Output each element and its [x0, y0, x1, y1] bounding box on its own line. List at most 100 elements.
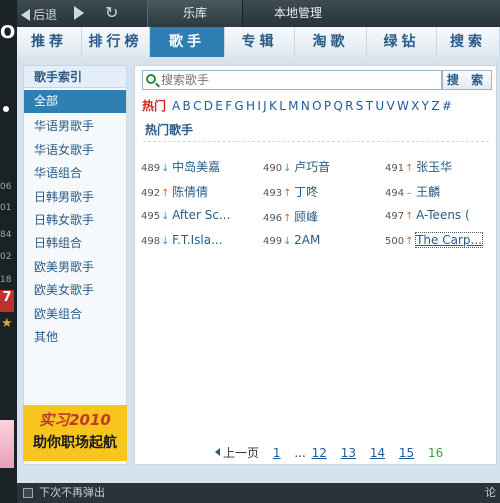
table-row: 492↑ 陈倩倩 493↑ 丁咚 494– 王麟 [141, 179, 493, 204]
sidebar-item-western-female[interactable]: 欧美女歌手 [24, 279, 126, 302]
sidebar-item-other[interactable]: 其他 [24, 326, 126, 349]
alpha-letter[interactable]: Z [431, 99, 439, 113]
alpha-letter[interactable]: J [263, 99, 267, 113]
page-link[interactable]: 14 [370, 446, 385, 460]
page-link[interactable]: 15 [399, 446, 414, 460]
singer-name[interactable]: A-Teens ( [416, 208, 470, 222]
singer-name[interactable]: 顾峰 [294, 210, 318, 224]
back-button[interactable]: 后退 [21, 6, 57, 23]
page-link[interactable]: 12 [312, 446, 327, 460]
category-green-diamond[interactable]: 绿钻 [367, 27, 437, 57]
sidebar-item-western-group[interactable]: 欧美组合 [24, 303, 126, 326]
singer-name[interactable]: The Carp... [415, 232, 483, 248]
singer-cell[interactable]: 489↓ 中岛美嘉 [141, 158, 220, 175]
logo-fragment: O [0, 22, 16, 43]
alpha-letter[interactable]: # [442, 99, 452, 113]
category-albums[interactable]: 专辑 [225, 27, 295, 57]
alpha-letter[interactable]: M [288, 99, 298, 113]
alpha-letter[interactable]: N [301, 99, 310, 113]
singer-name[interactable]: 丁咚 [294, 185, 318, 199]
alpha-letter[interactable]: K [269, 99, 277, 113]
alpha-letter[interactable]: B [183, 99, 191, 113]
rank: 489 [141, 163, 161, 174]
prev-page-button[interactable]: 上一页 [215, 446, 259, 460]
strip-badge[interactable]: 7 [0, 290, 14, 312]
refresh-icon[interactable]: ↻ [105, 3, 118, 22]
singer-search-input[interactable] [142, 70, 442, 90]
section-title: 热门歌手 [145, 123, 194, 137]
strip-number: 18 [0, 275, 12, 285]
alpha-letter[interactable]: C [193, 99, 201, 113]
sidebar-item-jpkr-female[interactable]: 日韩女歌手 [24, 209, 126, 232]
singer-name[interactable]: After Sc... [172, 208, 230, 222]
sidebar-item-chinese-male[interactable]: 华语男歌手 [24, 115, 126, 138]
singer-name[interactable]: 陈倩倩 [172, 185, 208, 199]
alpha-letter[interactable]: S [356, 99, 364, 113]
sidebar-item-western-male[interactable]: 欧美男歌手 [24, 256, 126, 279]
indicator-dot [3, 106, 9, 112]
rank: 490 [263, 163, 283, 174]
alpha-letter[interactable]: D [204, 99, 213, 113]
alpha-hot[interactable]: 热门 [142, 99, 166, 113]
singer-cell[interactable]: 497↑ A-Teens ( [385, 208, 470, 222]
alpha-letter[interactable]: R [345, 99, 353, 113]
alpha-letter[interactable]: U [375, 99, 384, 113]
page-link[interactable]: 1 [273, 446, 281, 460]
alpha-letter[interactable]: X [411, 99, 419, 113]
sidebar-item-jpkr-group[interactable]: 日韩组合 [24, 232, 126, 255]
singer-name[interactable]: 中岛美嘉 [172, 160, 220, 174]
alpha-letter[interactable]: F [225, 99, 232, 113]
alpha-letter[interactable]: P [324, 99, 331, 113]
sidebar-item-chinese-group[interactable]: 华语组合 [24, 162, 126, 185]
trend-flat-icon: – [406, 188, 412, 199]
divider [143, 141, 489, 142]
singer-cell[interactable]: 499↓ 2AM [263, 233, 320, 247]
singer-cell[interactable]: 490↓ 卢巧音 [263, 158, 330, 175]
strip-thumbnail[interactable] [0, 420, 14, 468]
singer-cell[interactable]: 500↑ The Carp... [385, 232, 483, 248]
category-search[interactable]: 搜索 [437, 27, 500, 57]
sidebar-item-jpkr-male[interactable]: 日韩男歌手 [24, 186, 126, 209]
dont-show-again-label[interactable]: 下次不再弹出 [39, 483, 105, 503]
page-link[interactable]: 13 [341, 446, 356, 460]
alpha-letter[interactable]: L [279, 99, 286, 113]
alpha-letter[interactable]: W [397, 99, 409, 113]
alpha-letter[interactable]: I [257, 99, 261, 113]
forward-arrow-icon[interactable] [74, 6, 84, 20]
rank: 492 [141, 188, 161, 199]
search-button[interactable]: 搜 索 [442, 70, 492, 90]
alpha-letter[interactable]: Y [422, 99, 429, 113]
sidebar-item-chinese-female[interactable]: 华语女歌手 [24, 139, 126, 162]
singer-name[interactable]: 张玉华 [416, 160, 452, 174]
alpha-letter[interactable]: Q [333, 99, 342, 113]
ad-banner[interactable]: 实习2010 助你职场起航 [23, 405, 127, 461]
singer-name[interactable]: 王麟 [416, 185, 440, 199]
alpha-letter[interactable]: O [312, 99, 321, 113]
alpha-letter[interactable]: T [366, 99, 373, 113]
category-browse[interactable]: 淘歌 [295, 27, 367, 57]
alpha-letter[interactable]: A [172, 99, 180, 113]
singer-cell[interactable]: 495↓ After Sc... [141, 208, 230, 222]
alpha-letter[interactable]: E [215, 99, 223, 113]
trend-down-icon: ↓ [283, 163, 292, 174]
singer-cell[interactable]: 491↑ 张玉华 [385, 158, 452, 175]
alpha-letter[interactable]: G [234, 99, 243, 113]
singer-cell[interactable]: 494– 王麟 [385, 183, 440, 200]
alpha-letter[interactable]: V [386, 99, 394, 113]
singer-cell[interactable]: 492↑ 陈倩倩 [141, 183, 208, 200]
tab-local-management[interactable]: 本地管理 [253, 0, 343, 27]
singer-cell[interactable]: 496↑ 顾峰 [263, 208, 318, 225]
dont-show-again-checkbox[interactable] [23, 488, 33, 498]
category-singers[interactable]: 歌手 [150, 27, 225, 57]
singer-cell[interactable]: 493↑ 丁咚 [263, 183, 318, 200]
singer-name[interactable]: 2AM [294, 233, 320, 247]
tab-music-library[interactable]: 乐库 [147, 0, 243, 27]
singer-name[interactable]: 卢巧音 [294, 160, 330, 174]
alpha-letter[interactable]: H [246, 99, 255, 113]
sidebar-item-all[interactable]: 全部 [24, 90, 126, 114]
category-charts[interactable]: 排行榜 [82, 27, 150, 57]
singer-cell[interactable]: 498↓ F.T.Isla... [141, 233, 223, 247]
star-icon: ★ [1, 316, 13, 331]
category-recommend[interactable]: 推荐 [17, 27, 82, 57]
singer-name[interactable]: F.T.Isla... [172, 233, 222, 247]
